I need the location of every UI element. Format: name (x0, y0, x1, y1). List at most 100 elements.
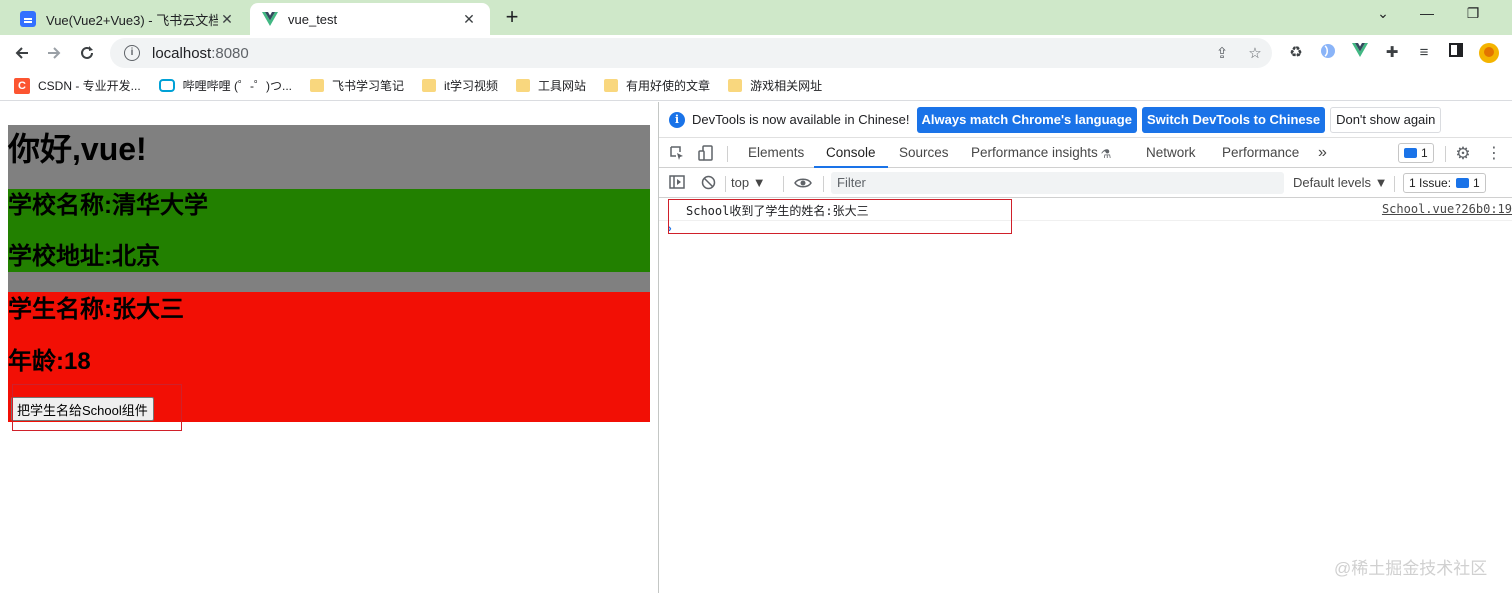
folder-icon (728, 79, 743, 92)
context-selector[interactable]: top ▼ (731, 173, 766, 193)
device-toolbar-icon[interactable] (697, 145, 715, 163)
tab-performance-insights[interactable]: Performance insights (971, 138, 1098, 168)
console-source-link[interactable]: School.vue?26b0:19 (1382, 202, 1512, 216)
url-text: localhost:8080 (152, 44, 249, 62)
browser-toolbar: i localhost:8080 ⇪ ☆ ♻ ✚ ≡ (0, 35, 1512, 71)
caret-down-icon: ▼ (752, 175, 766, 190)
csdn-icon: C (14, 77, 30, 94)
messages-badge[interactable]: 1 (1398, 143, 1434, 163)
forward-button[interactable] (40, 39, 68, 67)
close-icon[interactable]: ✕ (218, 11, 236, 28)
log-levels-dropdown[interactable]: Default levels ▼ (1293, 173, 1388, 193)
avatar[interactable] (1479, 43, 1499, 63)
document-icon (20, 11, 36, 27)
folder-icon (604, 79, 619, 92)
student-name: 学生名称:张大三 (8, 296, 184, 323)
inspect-element-icon[interactable] (668, 145, 686, 163)
separator (1394, 176, 1395, 192)
school-name: 学校名称:清华大学 (8, 192, 208, 219)
devtools-tabbar: Elements Console Sources Performance ins… (659, 138, 1512, 168)
separator (823, 176, 824, 192)
eye-icon[interactable] (794, 175, 812, 193)
minimize-button[interactable]: — (1412, 5, 1442, 27)
close-icon[interactable]: ✕ (460, 11, 478, 28)
separator (725, 176, 726, 192)
infobar-message: DevTools is now available in Chinese! (692, 112, 910, 127)
console-toolbar: top ▼ Filter Default levels ▼ 1 Issue: 1 (659, 168, 1512, 198)
tab-console[interactable]: Console (814, 138, 888, 168)
separator (727, 146, 728, 162)
clear-console-icon[interactable] (699, 175, 717, 193)
language-infobar: i DevTools is now available in Chinese! … (659, 102, 1512, 138)
tab-search-chevron-icon[interactable]: ⌄ (1368, 5, 1398, 27)
extensions-puzzle-icon[interactable]: ✚ (1382, 43, 1402, 63)
message-icon (1456, 178, 1470, 188)
arrow-left-icon (15, 47, 28, 59)
page-title: 你好,vue! (8, 131, 147, 167)
school-component: 学校名称:清华大学 学校地址:北京 (8, 189, 650, 272)
student-age: 年龄:18 (8, 348, 91, 375)
info-icon: i (669, 111, 685, 128)
bookmark-csdn[interactable]: C CSDN - 专业开发... (14, 77, 141, 94)
share-icon[interactable]: ⇪ (1213, 44, 1231, 62)
vue-logo-icon (262, 11, 278, 27)
separator (1445, 146, 1446, 162)
more-options-icon[interactable]: ⋮ (1485, 145, 1503, 163)
sidebar-toggle-icon[interactable] (668, 175, 686, 193)
school-address: 学校地址:北京 (8, 243, 160, 270)
vue-devtools-icon[interactable] (1350, 43, 1370, 63)
folder-icon (516, 79, 531, 92)
issues-badge[interactable]: 1 Issue: 1 (1403, 173, 1486, 193)
new-tab-button[interactable]: + (500, 6, 524, 30)
reload-button[interactable] (73, 39, 101, 67)
tab-performance[interactable]: Performance (1222, 138, 1299, 168)
devtools-panel: i DevTools is now available in Chinese! … (659, 102, 1512, 593)
bookmark-bilibili[interactable]: 哔哩哔哩 (゜-゜)つ... (158, 77, 292, 94)
arrow-right-icon (48, 47, 61, 59)
back-button[interactable] (8, 39, 36, 67)
app-header: 你好,vue! (8, 125, 650, 189)
experiment-flask-icon: ⚗ (1100, 147, 1112, 161)
app-root: 你好,vue! 学校名称:清华大学 学校地址:北京 学生名称:张大三 年龄:18… (8, 125, 650, 422)
folder-icon (310, 79, 324, 92)
recycle-extension-icon[interactable]: ♻ (1286, 43, 1306, 63)
bookmark-folder-articles[interactable]: 有用好使的文章 (604, 77, 710, 94)
tab-strip: Vue(Vue2+Vue3) - 飞书云文档 ✕ vue_test ✕ + ⌄ … (0, 0, 1512, 35)
bilibili-icon (158, 79, 175, 92)
restore-button[interactable]: ❐ (1458, 5, 1488, 27)
tab-network[interactable]: Network (1146, 138, 1196, 168)
dont-show-again-button[interactable]: Don't show again (1330, 106, 1442, 133)
tab-vue-test[interactable]: vue_test ✕ (250, 3, 490, 35)
message-icon (1404, 148, 1417, 158)
caret-down-icon: ▼ (1374, 175, 1388, 190)
highlight-box-log (668, 199, 1012, 234)
extension-globe-icon[interactable] (1318, 43, 1338, 63)
tab-feishu[interactable]: Vue(Vue2+Vue3) - 飞书云文档 ✕ (8, 3, 248, 35)
tab-elements[interactable]: Elements (748, 138, 804, 168)
settings-gear-icon[interactable]: ⚙ (1454, 145, 1472, 163)
separator (783, 176, 784, 192)
folder-icon (422, 79, 437, 92)
match-language-button[interactable]: Always match Chrome's language (916, 106, 1137, 133)
filter-input[interactable]: Filter (831, 172, 1284, 194)
tab-title: Vue(Vue2+Vue3) - 飞书云文档 (46, 12, 218, 28)
bookmarks-bar: C CSDN - 专业开发... 哔哩哔哩 (゜-゜)つ... 飞书学习笔记 it… (0, 71, 1512, 101)
reload-icon (81, 46, 93, 59)
highlight-box-button (12, 384, 182, 431)
info-icon[interactable]: i (124, 45, 140, 61)
more-tabs-icon[interactable]: » (1318, 138, 1327, 168)
tab-sources[interactable]: Sources (899, 138, 949, 168)
switch-chinese-button[interactable]: Switch DevTools to Chinese (1141, 106, 1326, 133)
media-queue-icon[interactable]: ≡ (1414, 43, 1434, 63)
bookmark-star-icon[interactable]: ☆ (1246, 44, 1264, 62)
bookmark-folder-feishu[interactable]: 飞书学习笔记 (310, 77, 404, 94)
side-panel-icon[interactable] (1446, 43, 1466, 63)
bookmark-folder-it[interactable]: it学习视频 (422, 77, 498, 94)
watermark: @稀土掘金技术社区 (1334, 559, 1488, 578)
app-spacer (8, 272, 650, 292)
address-bar[interactable]: i localhost:8080 ⇪ ☆ (110, 38, 1272, 68)
bookmark-folder-tools[interactable]: 工具网站 (516, 77, 586, 94)
bookmark-folder-games[interactable]: 游戏相关网址 (728, 77, 822, 94)
tab-title: vue_test (288, 11, 338, 27)
page-viewport: 你好,vue! 学校名称:清华大学 学校地址:北京 学生名称:张大三 年龄:18… (0, 102, 658, 593)
